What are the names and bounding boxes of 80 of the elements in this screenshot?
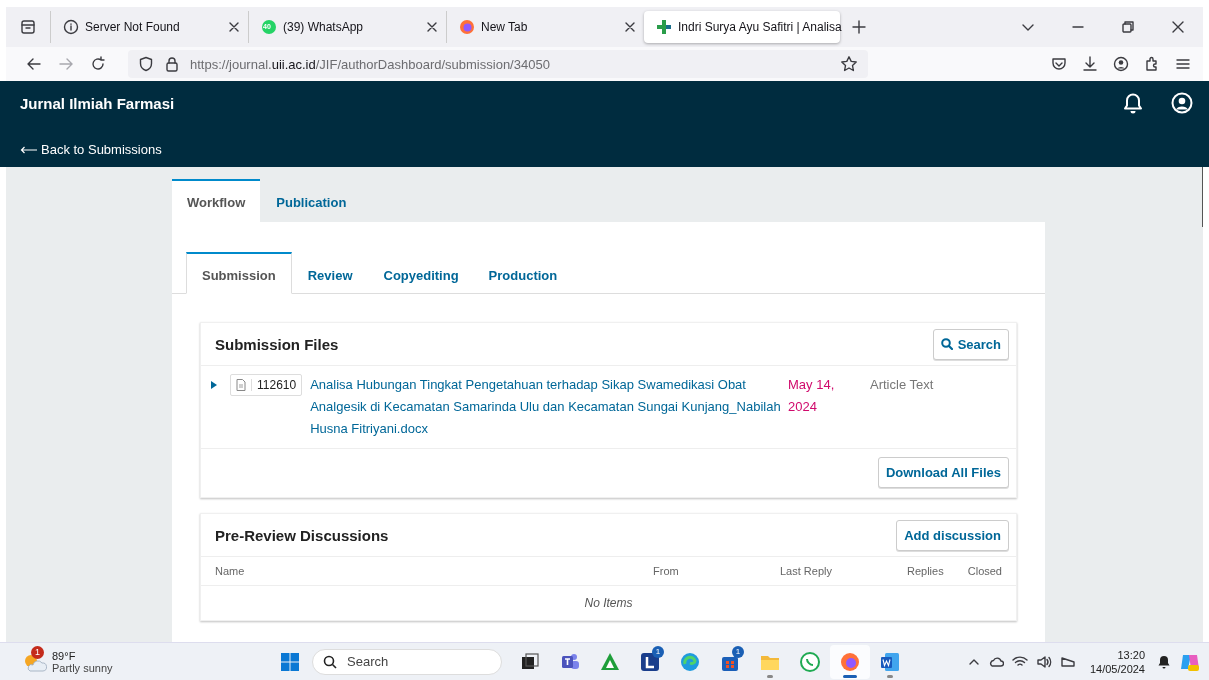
address-bar[interactable]: https://journal.uii.ac.id/JIF/authorDashboard/submission/34050	[128, 50, 868, 78]
account-icon[interactable]	[1113, 56, 1129, 72]
star-icon[interactable]	[840, 55, 858, 73]
restore-icon[interactable]	[1121, 20, 1135, 34]
caret-right-icon[interactable]	[210, 381, 218, 389]
speaker-icon[interactable]	[1035, 655, 1052, 668]
column-header: Name	[215, 565, 246, 577]
tab[interactable]: Review	[291, 252, 369, 294]
tab-title: New Tab	[481, 20, 529, 34]
notification-count: 1	[652, 645, 664, 658]
taskbar-button[interactable]: 1	[710, 644, 750, 679]
battery-icon[interactable]	[1059, 655, 1076, 668]
clock-time[interactable]: 13:20	[1089, 647, 1145, 662]
back-link[interactable]: Back to Submissions	[20, 142, 162, 157]
column-header: Last Reply	[780, 565, 833, 577]
taskbar-button[interactable]	[830, 644, 870, 679]
tab[interactable]: Production	[473, 252, 573, 294]
badge: 1	[31, 645, 44, 659]
square-l-icon[interactable]	[639, 650, 661, 673]
clock-date[interactable]: 14/05/2024	[1089, 661, 1145, 676]
section-title: Submission Files	[215, 335, 339, 353]
add-discussion-button[interactable]: Add discussion	[896, 519, 1009, 551]
file-link[interactable]: Analisa Hubungan Tingkat Pengetahuan terhadap Sikap Swamedikasi Obat Analgesik di Kecamatan Samarinda Ulu dan Kecamatan Sungai Kunjang_Nabilah Husna Fitriyani.docx	[310, 374, 785, 440]
pocket-icon[interactable]	[1051, 56, 1067, 72]
file-type: Article Text	[870, 376, 934, 394]
fox-icon	[459, 19, 475, 35]
chat-icon	[261, 19, 277, 35]
column-header: Closed	[967, 565, 1002, 577]
column-header: From	[653, 565, 680, 577]
download-icon[interactable]	[1082, 56, 1098, 72]
file-date: May 14, 2024	[788, 376, 836, 416]
search-button[interactable]: Search	[932, 328, 1009, 360]
cross-icon	[656, 19, 672, 35]
cloud-icon[interactable]	[987, 655, 1004, 668]
search-icon	[323, 654, 337, 669]
close-icon[interactable]	[426, 21, 438, 33]
reload-icon[interactable]	[90, 56, 106, 72]
back-icon[interactable]	[26, 56, 42, 72]
close-icon[interactable]	[1171, 20, 1185, 34]
wifi-icon[interactable]	[1011, 655, 1028, 668]
chat-bubble-icon[interactable]	[799, 650, 821, 673]
tab-title: (39) WhatsApp	[283, 20, 365, 34]
tab-title: Server Not Found	[85, 20, 181, 34]
download-all-button[interactable]: Download All Files	[877, 457, 1009, 488]
taskbar-button[interactable]: 1	[630, 644, 670, 679]
file-id-badge: 112610	[230, 374, 303, 396]
start-icon[interactable]	[280, 651, 300, 672]
tab-list-icon[interactable]	[20, 19, 36, 35]
tab[interactable]: Submission	[186, 252, 292, 294]
notification-count: 1	[732, 645, 744, 658]
column-header: Replies	[907, 565, 945, 577]
empty-message: No Items	[584, 596, 633, 610]
tab-title: Indri Surya Ayu Safitri | Analisa	[678, 20, 842, 34]
site-title[interactable]: Jurnal Ilmiah Farmasi	[20, 94, 175, 112]
search-field[interactable]: Search	[312, 648, 502, 675]
tab[interactable]: Publication	[260, 179, 363, 222]
tab[interactable]: Workflow	[172, 179, 261, 222]
weather-condition: Partly sunny	[52, 661, 113, 674]
close-icon[interactable]	[228, 21, 240, 33]
url-text: https://journal.uii.ac.id/JIF/authorDashboard/submission/34050	[190, 56, 550, 72]
fox-icon[interactable]	[839, 650, 861, 673]
shield-icon	[138, 56, 154, 72]
browser-tab[interactable]: Server Not Found	[50, 11, 248, 43]
info-icon	[63, 19, 79, 35]
section-title: Pre-Review Discussions	[215, 526, 389, 544]
menu-icon[interactable]	[1175, 56, 1191, 72]
temperature: 89°F	[52, 649, 77, 662]
browser-tab[interactable]: Indri Surya Ayu Safitri | Analisa	[644, 11, 840, 43]
swirl-icon[interactable]	[679, 650, 701, 673]
user-icon[interactable]	[1171, 92, 1193, 114]
new-tab-icon[interactable]	[852, 20, 866, 34]
tab[interactable]: Copyediting	[368, 252, 474, 294]
close-icon[interactable]	[624, 21, 636, 33]
bell-icon[interactable]	[1157, 654, 1171, 669]
lock-icon	[164, 56, 180, 72]
puzzle-icon[interactable]	[1144, 56, 1160, 72]
bell-icon[interactable]	[1122, 92, 1144, 114]
search-icon	[940, 338, 953, 350]
arrow-left-icon	[20, 145, 38, 154]
document-w-icon[interactable]	[879, 650, 901, 673]
